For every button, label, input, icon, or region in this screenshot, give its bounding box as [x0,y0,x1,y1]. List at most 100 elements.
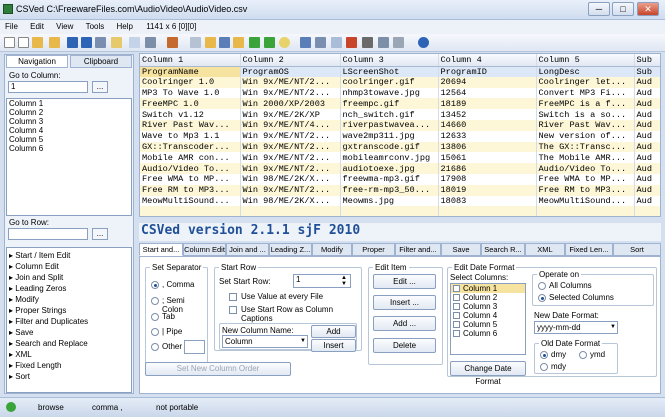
list-item[interactable]: Column 3 [451,302,525,311]
add-button[interactable]: Add ... [373,316,436,331]
table-cell[interactable]: Win 9x/ME/NT/2... [240,184,341,196]
tab-filter[interactable]: Filter and... [395,243,441,256]
table-cell[interactable]: Aud [634,98,660,110]
table-cell[interactable]: riverpastwavea... [340,119,439,131]
table-cell[interactable]: Sub [634,66,660,77]
sort-icon[interactable] [300,37,311,48]
table-cell[interactable] [240,206,341,216]
print-icon[interactable] [95,37,106,48]
list-item[interactable]: Column 2 [7,108,131,117]
tab-xml[interactable]: XML [525,243,565,256]
table-cell[interactable]: freewma-mp3.gif [340,173,439,185]
table-cell[interactable]: Aud [634,119,660,131]
table-cell[interactable]: Win 9x/ME/NT/2... [240,87,341,99]
list-item[interactable]: Column 6 [7,144,131,153]
table-cell[interactable]: Aud [634,173,660,185]
table-cell[interactable]: Free RM to MP3... [536,184,635,196]
goto-row-button[interactable]: ... [92,228,108,240]
table-cell[interactable]: Audio/Video To... [140,163,241,174]
tree-item[interactable]: ▸ Filter and Duplicates [7,316,131,327]
table-cell[interactable]: Aud [634,184,660,196]
tree-item[interactable]: ▸ Join and Split [7,272,131,283]
copy-icon[interactable] [129,37,140,48]
table-cell[interactable]: 13452 [438,109,537,120]
table-row[interactable]: MeowMultiSound... Win 98/ME/2K/X... Meowms… [140,195,660,207]
tab-column-edit[interactable]: Column Edit [183,243,226,256]
tree-item[interactable]: ▸ Modify [7,294,131,305]
table-cell[interactable]: Convert MP3 Fi... [536,87,635,99]
tab-fixed-length[interactable]: Fixed Len... [565,243,613,256]
date-column-list[interactable]: Column 1 Column 2 Column 3 Column 4 Colu… [450,283,526,355]
table-cell[interactable]: Free RM to MP3... [140,184,241,196]
table-cell[interactable]: 18083 [438,195,537,207]
image-icon[interactable] [219,37,230,48]
insert-column-button[interactable]: Insert [311,339,356,352]
menu-edit[interactable]: Edit [25,20,49,33]
open-icon[interactable] [233,37,244,48]
table-cell[interactable]: River Past Wav... [536,119,635,131]
table-cell[interactable]: ProgramID [438,66,537,77]
tree-item[interactable]: ▸ Fixed Length [7,360,131,371]
tab-navigation[interactable]: Navigation [6,55,68,68]
list-item[interactable]: Column 3 [7,117,131,126]
list-item[interactable]: Column 4 [7,126,131,135]
new-file-icon[interactable] [4,37,15,48]
save-as-icon[interactable] [81,37,92,48]
tree-item[interactable]: ▸ Save [7,327,131,338]
tab-modify[interactable]: Modify [312,243,352,256]
table-cell[interactable]: Aud [634,141,660,153]
table-cell[interactable] [140,206,241,216]
table-cell[interactable]: MP3 To Wave 1.0 [140,87,241,99]
tab-leading-zeros[interactable]: Leading Z... [269,243,312,256]
goto-column-button[interactable]: ... [92,81,108,93]
insert-button[interactable]: Insert ... [373,295,436,310]
radio-tab[interactable] [151,313,159,321]
checkbox-column-captions[interactable] [229,306,237,314]
column-header[interactable]: Column 3 [340,54,439,67]
columns-icon[interactable] [378,37,389,48]
table-cell[interactable]: Win 9x/ME/NT/4... [240,119,341,131]
change-date-format-button[interactable]: Change Date Format [450,361,526,386]
table-cell[interactable]: Aud [634,109,660,120]
table-cell[interactable]: The GX::Transc... [536,141,635,153]
new-column-select[interactable]: Column [222,335,308,348]
tree-item[interactable]: ▸ Sort [7,371,131,382]
table-row[interactable]: GX::Transcoder... Win 9x/ME/NT/2... gxtran… [140,141,660,153]
table-cell[interactable]: Win 9x/ME/2K/XP [240,109,341,120]
table-row[interactable]: Wave to Mp3 1.1 Win 9x/ME/NT/2... wave2mp3… [140,130,660,142]
tree-item[interactable]: ▸ Start / Item Edit [7,250,131,261]
menu-help[interactable]: Help [112,20,138,33]
radio-mdy[interactable] [540,363,548,371]
table-cell[interactable]: River Past Wav... [140,119,241,131]
split-icon[interactable] [346,37,357,48]
maximize-button[interactable]: □ [612,2,634,16]
tab-clipboard[interactable]: Clipboard [70,55,132,68]
table-row[interactable]: ProgramName ProgramOS LScreenShot ProgramID… [140,66,660,77]
table-row[interactable]: Free RM to MP3... Win 9x/ME/NT/2... free-r… [140,184,660,196]
refresh-icon[interactable] [190,37,201,48]
tools-icon[interactable] [362,37,373,48]
tab-sort[interactable]: Sort [613,243,661,256]
goto-row-input[interactable] [8,228,88,240]
check-icon[interactable] [249,37,260,48]
tab-save[interactable]: Save [441,243,481,256]
open-folder-icon[interactable] [32,37,43,48]
recent-folder-icon[interactable] [49,37,60,48]
table-cell[interactable]: LScreenShot [340,66,439,77]
folder-icon[interactable] [205,37,216,48]
column-header[interactable]: Column 5 [536,54,635,67]
column-list[interactable]: Column 1 Column 2 Column 3 Column 4 Colu… [6,98,132,216]
table-row[interactable]: Mobile AMR con... Win 9x/ME/NT/2... mobile… [140,152,660,164]
chevron-down-icon[interactable]: ▼ [300,338,306,344]
table-cell[interactable]: wave2mp311.jpg [340,130,439,142]
list-item[interactable]: Column 1 [7,99,131,108]
minimize-button[interactable]: ─ [588,2,610,16]
table-cell[interactable]: Aud [634,195,660,207]
pause-icon[interactable] [393,37,404,48]
table-cell[interactable]: ProgramOS [240,66,341,77]
chevron-down-icon[interactable]: ▼ [610,324,616,330]
table-row[interactable]: River Past Wav... Win 9x/ME/NT/4... riverp… [140,119,660,131]
table-row[interactable]: Free WMA to MP... Win 98/ME/2K/X... freewm… [140,173,660,185]
table-cell[interactable] [340,206,439,216]
table-cell[interactable]: 18189 [438,98,537,110]
